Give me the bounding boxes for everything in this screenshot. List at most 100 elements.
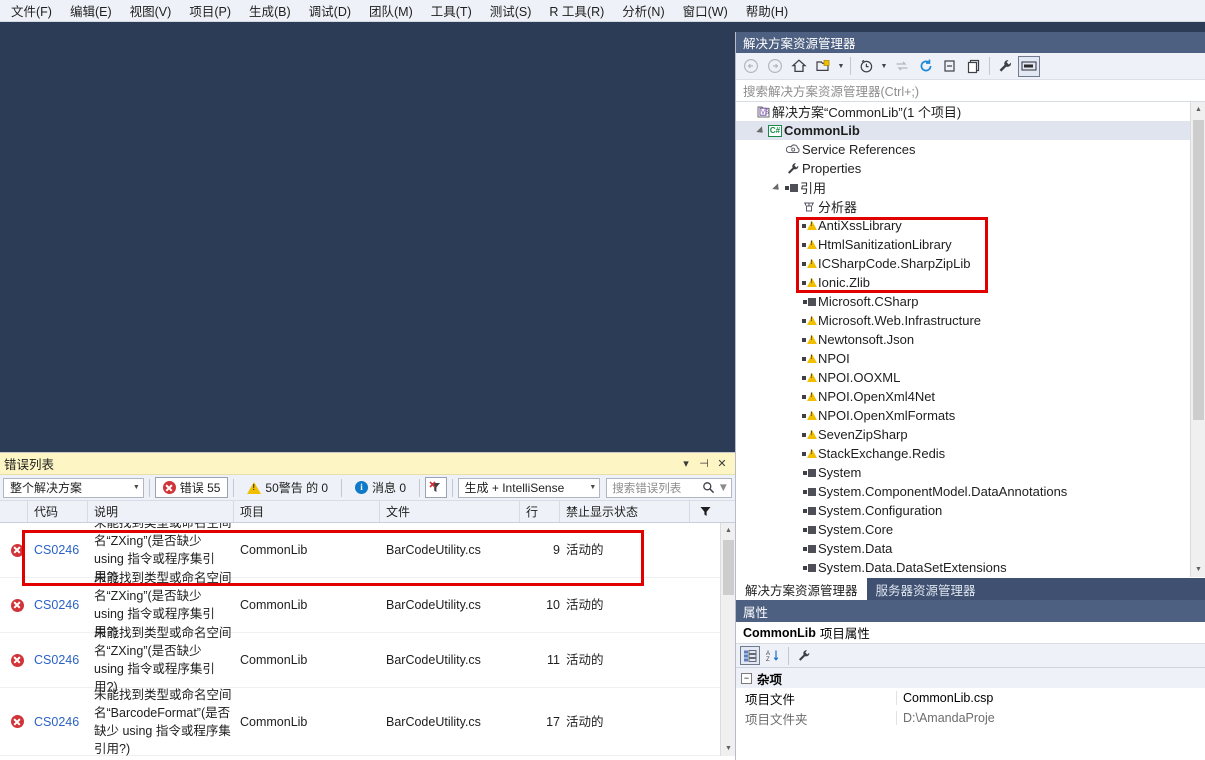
tree-item-stackexchange-redis[interactable]: StackExchange.Redis <box>736 444 1205 463</box>
row-code[interactable]: CS0246 <box>28 539 88 561</box>
solution-explorer-search-input[interactable]: 搜索解决方案资源管理器(Ctrl+;) <box>736 80 1205 102</box>
tree-item-htmlsanitizationlibrary[interactable]: HtmlSanitizationLibrary <box>736 235 1205 254</box>
tree-item-references[interactable]: 引用 <box>736 178 1205 197</box>
tab-solution-explorer[interactable]: 解决方案资源管理器 <box>736 578 867 600</box>
pin-icon[interactable]: ⊣ <box>696 456 712 472</box>
scroll-up-arrow-icon[interactable]: ▲ <box>1191 102 1205 117</box>
tree-item-microsoft-csharp[interactable]: Microsoft.CSharp <box>736 292 1205 311</box>
tree-item-ionic-zlib[interactable]: Ionic.Zlib <box>736 273 1205 292</box>
column-header-description[interactable]: 说明 <box>88 501 234 522</box>
messages-toggle-button[interactable]: i 消息 0 <box>347 477 414 498</box>
menu-item-debug[interactable]: 调试(D) <box>300 0 360 22</box>
table-row[interactable]: CS0246 未能找到类型或命名空间名“BarcodeFormat”(是否缺少 … <box>0 688 735 756</box>
scroll-thumb[interactable] <box>723 540 734 595</box>
warnings-toggle-button[interactable]: 50警告 的 0 <box>239 477 336 498</box>
row-code[interactable]: CS0246 <box>28 594 88 616</box>
column-header-icon[interactable] <box>0 501 28 522</box>
window-dropdown-icon[interactable]: ▾ <box>678 456 694 472</box>
build-intellisense-dropdown[interactable]: 生成 + IntelliSense ▼ <box>457 477 601 498</box>
menu-item-rtools[interactable]: R 工具(R) <box>540 0 613 22</box>
menu-item-build[interactable]: 生成(B) <box>240 0 300 22</box>
column-header-project[interactable]: 项目 <box>234 501 380 522</box>
tree-item-npoi[interactable]: NPOI <box>736 349 1205 368</box>
menu-item-tools[interactable]: 工具(T) <box>422 0 481 22</box>
tree-item-antixsslibrary[interactable]: AntiXssLibrary <box>736 216 1205 235</box>
error-list-rows[interactable]: CS0246 未能找到类型或命名空间名“ZXing”(是否缺少 using 指令… <box>0 523 735 756</box>
search-options-caret-icon[interactable]: ▼ <box>715 482 729 494</box>
tree-item-npoi-ooxml[interactable]: NPOI.OOXML <box>736 368 1205 387</box>
property-pages-wrench-icon[interactable] <box>794 646 814 665</box>
alphabetical-sort-icon[interactable]: AZ <box>763 646 783 665</box>
home-icon[interactable] <box>788 56 810 77</box>
show-all-files-icon[interactable] <box>963 56 985 77</box>
tree-item-sevenzipsharp[interactable]: SevenZipSharp <box>736 425 1205 444</box>
error-search-input[interactable]: 搜索错误列表 ▼ <box>606 477 733 498</box>
menu-item-window[interactable]: 窗口(W) <box>674 0 737 22</box>
tree-item-properties[interactable]: Properties <box>736 159 1205 178</box>
preview-selected-items-icon[interactable] <box>1018 55 1040 77</box>
menu-item-team[interactable]: 团队(M) <box>360 0 422 22</box>
tree-item-system-configuration[interactable]: System.Configuration <box>736 501 1205 520</box>
property-row-project-file[interactable]: 项目文件 CommonLib.csp <box>736 688 1205 708</box>
menu-item-analyze[interactable]: 分析(N) <box>613 0 673 22</box>
editor-document-area[interactable] <box>0 22 735 452</box>
menu-item-view[interactable]: 视图(V) <box>121 0 181 22</box>
scroll-down-arrow-icon[interactable]: ▼ <box>721 741 735 756</box>
column-header-suppression-state[interactable]: 禁止显示状态 <box>560 501 690 522</box>
tab-server-explorer[interactable]: 服务器资源管理器 <box>867 578 985 600</box>
chevron-down-icon[interactable]: ▼ <box>836 56 846 77</box>
tree-item-system-data[interactable]: System.Data <box>736 539 1205 558</box>
scope-filter-dropdown[interactable]: 整个解决方案 ▼ <box>3 477 144 498</box>
chevron-down-icon[interactable]: ▼ <box>879 56 889 77</box>
column-header-file[interactable]: 文件 <box>380 501 520 522</box>
column-filter-icon[interactable] <box>690 501 720 522</box>
tree-item-service-references[interactable]: Service References <box>736 140 1205 159</box>
row-code[interactable]: CS0246 <box>28 649 88 671</box>
tree-item-project-commonlib[interactable]: C# CommonLib <box>736 121 1205 140</box>
scroll-thumb[interactable] <box>1193 120 1204 420</box>
pending-changes-icon[interactable] <box>855 56 877 77</box>
tree-item-system[interactable]: System <box>736 463 1205 482</box>
scroll-down-arrow-icon[interactable]: ▼ <box>1191 562 1205 577</box>
errors-toggle-button[interactable]: 错误 55 <box>154 477 229 498</box>
menu-item-file[interactable]: 文件(F) <box>2 0 61 22</box>
menu-item-help[interactable]: 帮助(H) <box>737 0 797 22</box>
error-filter-icon[interactable] <box>425 477 447 498</box>
back-arrow-icon[interactable] <box>740 56 762 77</box>
tree-item-npoi-openxml4net[interactable]: NPOI.OpenXml4Net <box>736 387 1205 406</box>
table-row[interactable]: CS0246 未能找到类型或命名空间名“ZXing”(是否缺少 using 指令… <box>0 626 735 694</box>
expander-open-icon[interactable] <box>768 182 782 193</box>
properties-wrench-icon[interactable] <box>994 56 1016 77</box>
tree-item-system-data-datasetextensions[interactable]: System.Data.DataSetExtensions <box>736 558 1205 577</box>
tree-item-system-core[interactable]: System.Core <box>736 520 1205 539</box>
property-value[interactable]: CommonLib.csp <box>896 691 1205 705</box>
collapse-all-icon[interactable] <box>939 56 961 77</box>
collapse-toggle-icon[interactable]: − <box>741 672 752 684</box>
tree-item-system-componentmodel-dataannotations[interactable]: System.ComponentModel.DataAnnotations <box>736 482 1205 501</box>
properties-group-misc[interactable]: − 杂项 <box>736 668 1205 688</box>
column-header-code[interactable]: 代码 <box>28 501 88 522</box>
menu-item-edit[interactable]: 编辑(E) <box>61 0 121 22</box>
menu-item-project[interactable]: 项目(P) <box>180 0 240 22</box>
menu-item-test[interactable]: 测试(S) <box>481 0 541 22</box>
error-list-scrollbar[interactable]: ▲ ▼ <box>720 523 735 756</box>
forward-arrow-icon[interactable] <box>764 56 786 77</box>
new-folder-icon[interactable] <box>812 56 834 77</box>
column-header-line[interactable]: 行 <box>520 501 560 522</box>
tree-item-npoi-openxmlformats[interactable]: NPOI.OpenXmlFormats <box>736 406 1205 425</box>
property-value[interactable]: D:\AmandaProje <box>896 711 1205 725</box>
refresh-icon[interactable] <box>915 56 937 77</box>
solution-tree-scrollbar[interactable]: ▲ ▼ <box>1190 102 1205 577</box>
tree-item-analyzers[interactable]: 分析器 <box>736 197 1205 216</box>
row-code[interactable]: CS0246 <box>28 711 88 733</box>
scroll-up-arrow-icon[interactable]: ▲ <box>721 523 735 538</box>
property-row-project-folder[interactable]: 项目文件夹 D:\AmandaProje <box>736 708 1205 728</box>
sync-with-active-document-icon[interactable] <box>891 56 913 77</box>
tree-item-solution[interactable]: VS 解决方案“CommonLib”(1 个项目) <box>736 102 1205 121</box>
categorized-icon[interactable] <box>740 646 760 665</box>
tree-item-icsharpcode-sharpziplib[interactable]: ICSharpCode.SharpZipLib <box>736 254 1205 273</box>
close-icon[interactable]: ✕ <box>714 456 730 472</box>
tree-item-newtonsoft-json[interactable]: Newtonsoft.Json <box>736 330 1205 349</box>
solution-tree[interactable]: VS 解决方案“CommonLib”(1 个项目) C# CommonLib S… <box>736 102 1205 577</box>
tree-item-microsoft-web-infrastructure[interactable]: Microsoft.Web.Infrastructure <box>736 311 1205 330</box>
